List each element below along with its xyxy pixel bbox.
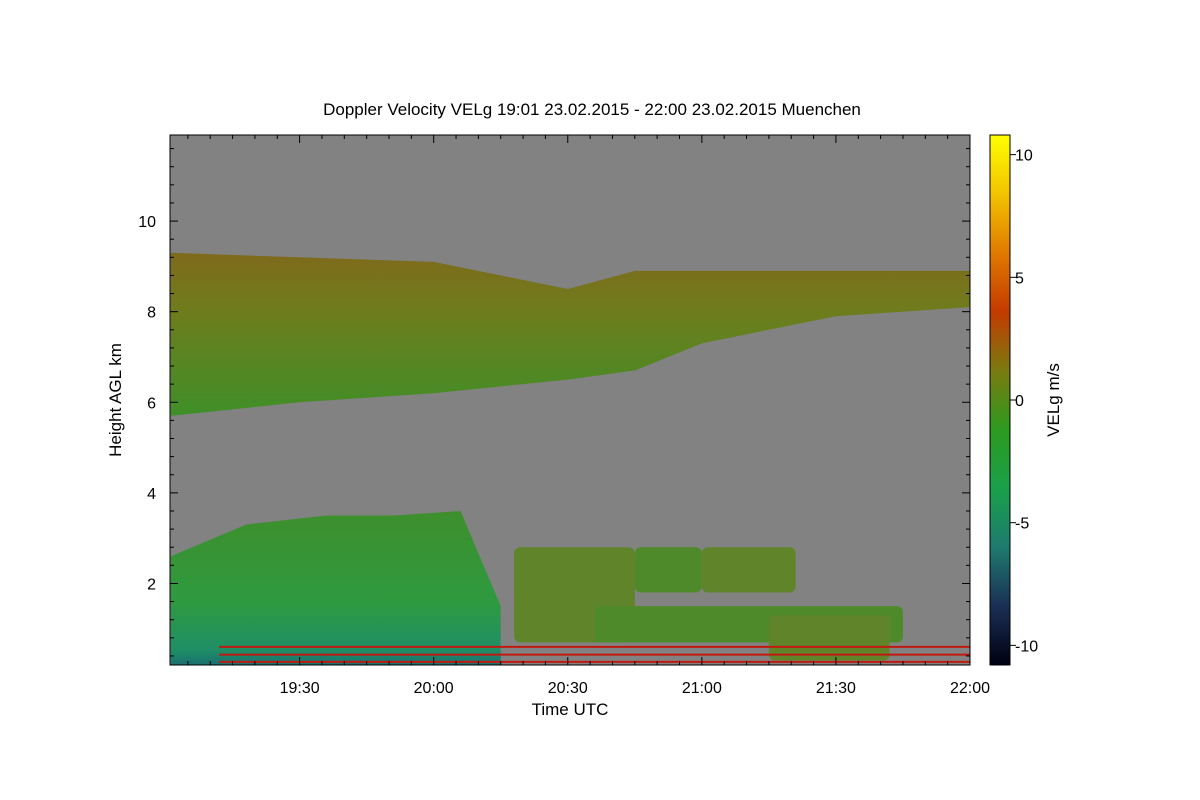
colorbar-axis: 10 5 0 -5 -10 [1010, 148, 1038, 655]
x-tick-label: 19:30 [280, 680, 320, 697]
low-cloud-patch [701, 547, 796, 593]
x-tick-label: 21:00 [682, 680, 722, 697]
y-tick-label: 10 [138, 214, 156, 231]
colorbar-tick-label: -10 [1015, 638, 1038, 655]
x-tick-label: 20:00 [414, 680, 454, 697]
y-axis-title: Height AGL km [106, 343, 125, 457]
y-tick-label: 8 [147, 305, 156, 322]
colorbar-title: VELg m/s [1044, 363, 1063, 437]
colorbar-tick-label: -5 [1015, 516, 1029, 533]
colorbar [989, 134, 1011, 666]
x-axis-title: Time UTC [532, 700, 609, 719]
colorbar-tick-label: 10 [1015, 148, 1033, 165]
x-tick-label: 21:30 [816, 680, 856, 697]
colorbar-tick-label: 0 [1015, 393, 1024, 410]
y-tick-label: 2 [147, 576, 156, 593]
x-tick-label: 20:30 [548, 680, 588, 697]
chart-title: Doppler Velocity VELg 19:01 23.02.2015 -… [323, 100, 861, 119]
y-tick-label: 4 [147, 486, 156, 503]
y-tick-label: 6 [147, 395, 156, 412]
chart-svg: Doppler Velocity VELg 19:01 23.02.2015 -… [106, 100, 1063, 719]
colorbar-tick-label: 5 [1015, 270, 1024, 287]
x-tick-label: 22:00 [950, 680, 990, 697]
low-cloud-patch [634, 547, 702, 593]
